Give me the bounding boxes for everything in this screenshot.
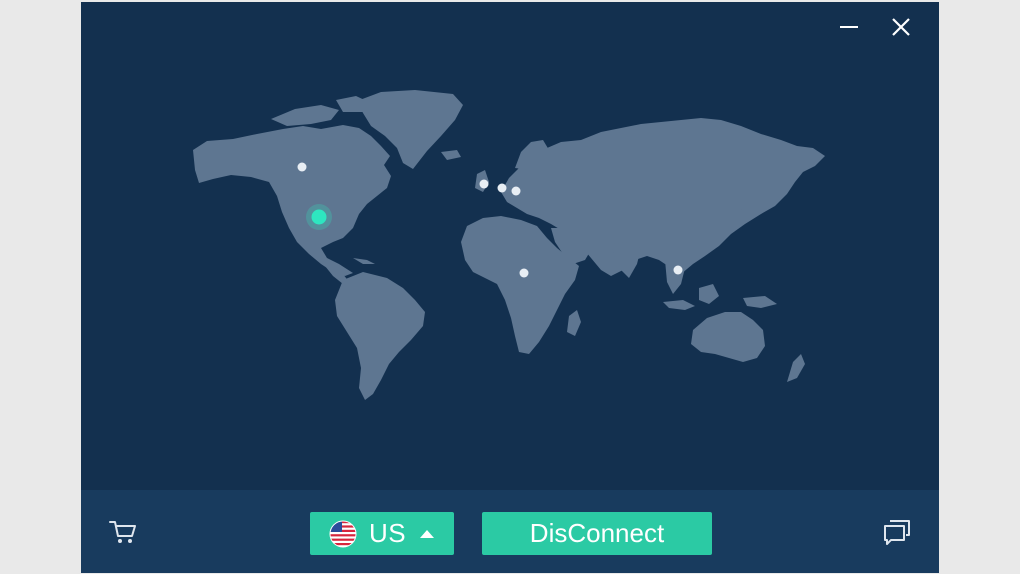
region-label: US [369, 518, 407, 548]
close-icon [892, 18, 910, 36]
disconnect-button[interactable]: DisConnect [482, 512, 712, 555]
close-button[interactable] [886, 12, 916, 42]
new-zealand [787, 354, 805, 382]
iceland [441, 150, 461, 160]
arctic-islands [271, 105, 339, 126]
region-selector-button[interactable]: US [310, 512, 454, 555]
server-dot-netherlands [497, 183, 507, 193]
server-dot-asia [673, 265, 683, 275]
server-dot-canada [297, 162, 307, 172]
server-dot-africa [519, 268, 529, 278]
borneo [699, 284, 719, 304]
caribbean-islands [353, 258, 375, 264]
cart-icon [109, 521, 136, 543]
north-america-landmass [193, 125, 391, 276]
us-flag-icon [329, 520, 357, 547]
indonesia [663, 300, 695, 310]
server-dot-germany [511, 186, 521, 196]
chat-button[interactable] [879, 514, 915, 550]
bottom-toolbar: US DisConnect [81, 490, 939, 573]
south-america-landmass [335, 272, 425, 400]
chat-icon [884, 520, 910, 545]
minimize-button[interactable] [834, 12, 864, 42]
madagascar [567, 310, 581, 336]
active-server-dot-us [311, 209, 327, 225]
server-dot-uk [479, 179, 489, 189]
cart-button[interactable] [105, 514, 141, 550]
new-guinea [743, 296, 777, 308]
world-map [193, 90, 825, 400]
caret-up-icon [420, 529, 435, 538]
minimize-icon [840, 26, 858, 28]
australia-landmass [691, 312, 765, 362]
vpn-app-window: US DisConnect [81, 2, 939, 573]
